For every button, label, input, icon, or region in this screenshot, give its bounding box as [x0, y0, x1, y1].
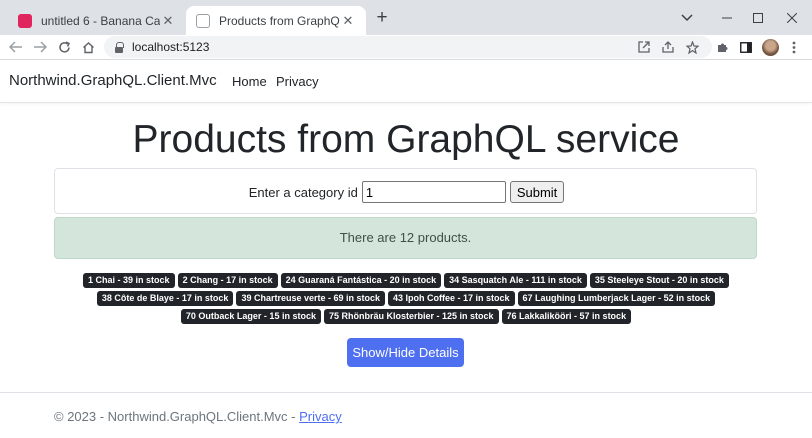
product-badge: 2 Chang - 17 in stock: [177, 273, 278, 288]
side-panel-icon[interactable]: [736, 35, 756, 59]
footer-line: © 2023 - Northwind.GraphQL.Client.Mvc - …: [54, 409, 342, 424]
share-icon[interactable]: [658, 35, 678, 59]
new-tab-plus-icon[interactable]: +: [372, 8, 392, 28]
product-badge: 34 Sasquatch Ale - 111 in stock: [444, 273, 587, 288]
site-navbar: Northwind.GraphQL.Client.Mvc Home Privac…: [0, 60, 812, 103]
category-id-label: Enter a category id: [248, 184, 358, 200]
close-icon[interactable]: ✕: [340, 13, 356, 29]
product-badge: 67 Laughing Lumberjack Lager - 52 in sto…: [517, 291, 716, 306]
footer-privacy-link[interactable]: Privacy: [299, 409, 342, 424]
show-hide-details-button[interactable]: Show/Hide Details: [347, 338, 464, 367]
product-badge: 70 Outback Lager - 15 in stock: [180, 309, 321, 324]
window-close-icon[interactable]: [772, 0, 812, 35]
back-arrow-icon[interactable]: [6, 35, 26, 59]
product-badge: 35 Steeleye Stout - 20 in stock: [589, 273, 729, 288]
submit-button[interactable]: Submit: [509, 181, 565, 203]
forward-arrow-icon[interactable]: [30, 35, 50, 59]
navbar-brand[interactable]: Northwind.GraphQL.Client.Mvc: [9, 72, 217, 89]
category-form: Enter a category id Submit: [54, 168, 757, 214]
address-bar[interactable]: localhost:5123: [104, 36, 712, 58]
open-in-app-icon[interactable]: [634, 35, 654, 59]
chevron-down-icon[interactable]: [667, 0, 707, 35]
nav-link-privacy[interactable]: Privacy: [276, 74, 319, 89]
tab-title: Products from GraphQL service -: [219, 13, 340, 28]
product-badges: 1 Chai - 39 in stock 2 Chang - 17 in sto…: [74, 273, 738, 324]
browser-tab-strip: untitled 6 - Banana Cake Pop ✕ Products …: [0, 0, 812, 35]
category-id-input[interactable]: [361, 181, 506, 203]
site-footer: © 2023 - Northwind.GraphQL.Client.Mvc - …: [0, 392, 812, 438]
home-icon[interactable]: [78, 35, 98, 59]
address-url: localhost:5123: [132, 40, 210, 54]
tab-banana-cake-pop[interactable]: untitled 6 - Banana Cake Pop ✕: [8, 6, 186, 35]
product-badge: 75 Rhönbräu Klosterbier - 125 in stock: [323, 309, 499, 324]
product-count-alert: There are 12 products.: [54, 217, 757, 259]
close-icon[interactable]: ✕: [160, 13, 176, 29]
form-row: Enter a category id Submit: [55, 181, 758, 203]
banana-cake-pop-favicon-icon: [18, 13, 32, 28]
product-badge: 43 Ipoh Coffee - 17 in stock: [388, 291, 515, 306]
browser-toolbar: localhost:5123: [0, 35, 812, 60]
nav-link-home[interactable]: Home: [232, 74, 267, 89]
lock-icon[interactable]: [114, 41, 124, 53]
tab-products[interactable]: Products from GraphQL service - ✕: [186, 6, 366, 35]
product-badge: 24 Guaraná Fantástica - 20 in stock: [280, 273, 442, 288]
page-favicon-icon: [196, 13, 210, 28]
footer-copyright: © 2023 - Northwind.GraphQL.Client.Mvc -: [54, 409, 300, 424]
product-badge: 38 Côte de Blaye - 17 in stock: [96, 291, 234, 306]
page-title: Products from GraphQL service: [132, 118, 680, 161]
product-badge: 76 Lakkalikööri - 57 in stock: [501, 309, 632, 324]
puzzle-icon[interactable]: [712, 35, 732, 59]
tab-title: untitled 6 - Banana Cake Pop: [41, 13, 160, 28]
star-icon[interactable]: [682, 35, 702, 59]
product-badge: 39 Chartreuse verte - 69 in stock: [236, 291, 386, 306]
profile-avatar[interactable]: [762, 39, 779, 56]
kebab-menu-icon[interactable]: [784, 35, 804, 59]
reload-icon[interactable]: [54, 35, 74, 59]
product-badge: 1 Chai - 39 in stock: [83, 273, 175, 288]
